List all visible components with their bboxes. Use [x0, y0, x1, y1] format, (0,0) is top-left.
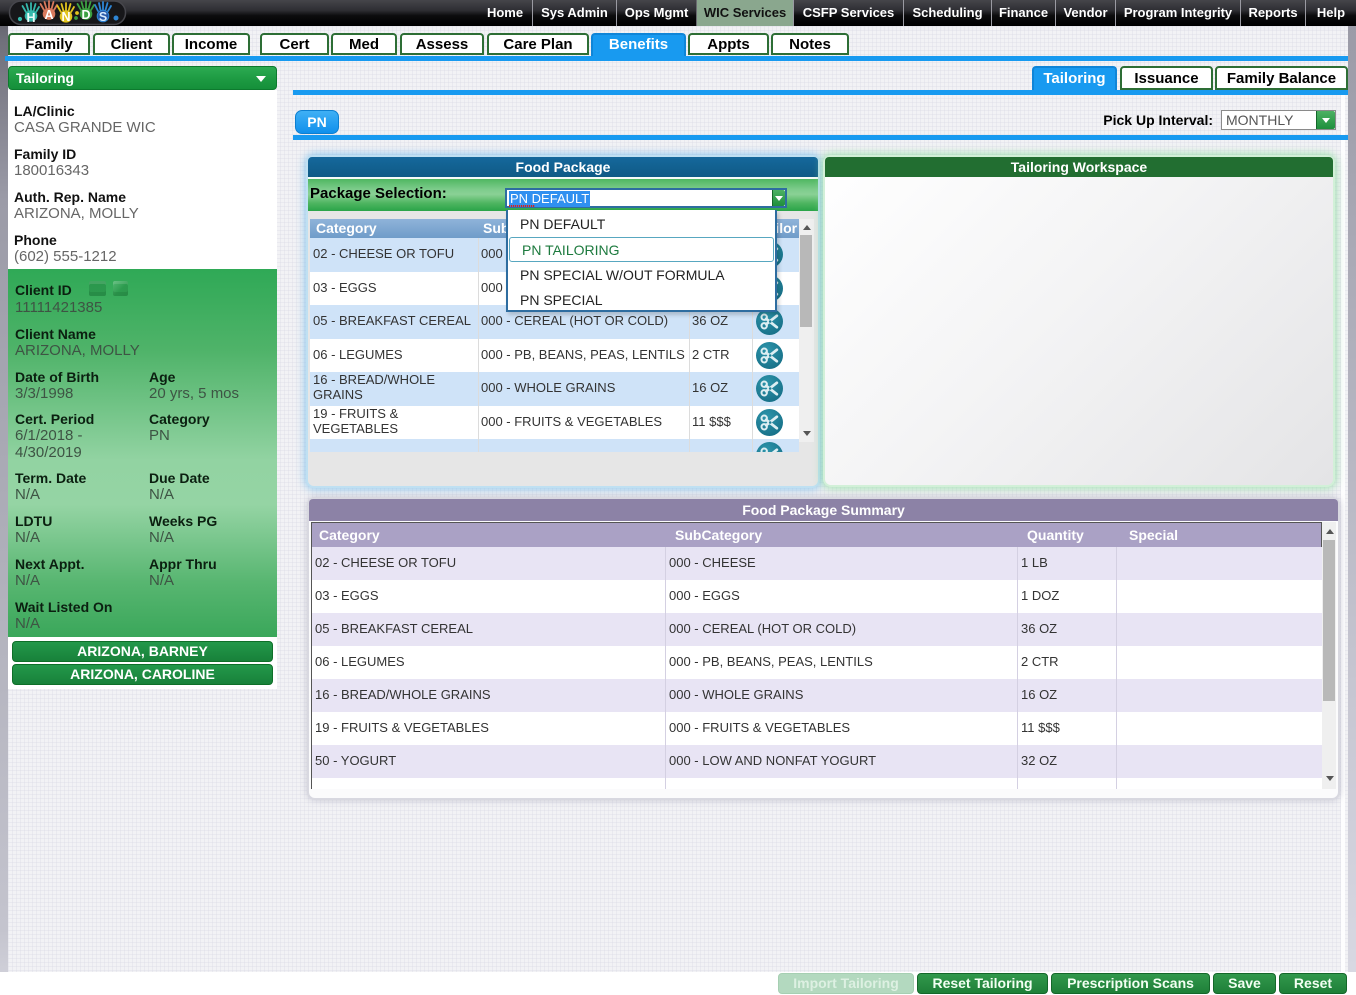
svg-text:D: D [81, 8, 90, 22]
svg-text:H: H [26, 11, 35, 25]
svg-text:N: N [61, 10, 70, 24]
svg-text:A: A [44, 8, 53, 22]
svg-text:S: S [99, 10, 107, 24]
